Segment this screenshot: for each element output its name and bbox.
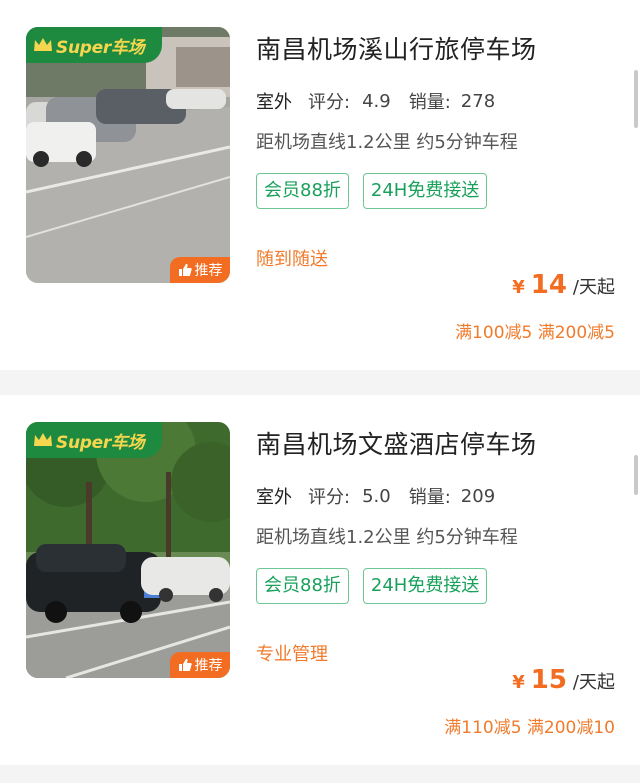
lot-meta-row: 室外 评分: 4.9 销量: 278 <box>255 88 496 117</box>
parking-lot-photo[interactable]: Super车场 推荐 <box>26 27 230 283</box>
thumb-up-icon <box>178 263 192 276</box>
super-parking-badge: Super车场 <box>26 27 162 63</box>
thumb-up-icon <box>178 658 192 671</box>
feature-tags: 会员88折 24H免费接送 <box>256 568 501 604</box>
rating-value: 5.0 <box>362 485 391 507</box>
recommend-badge: 推荐 <box>170 652 230 678</box>
sales-label: 销量: <box>408 92 451 113</box>
location-type-label: 室外 <box>255 88 293 117</box>
distance-info: 距机场直线1.2公里 约5分钟车程 <box>256 132 518 153</box>
parking-lot-title[interactable]: 南昌机场文盛酒店停车场 <box>256 425 537 461</box>
recommend-label: 推荐 <box>194 658 223 674</box>
parking-lot-photo[interactable]: Super车场 推荐 <box>26 422 230 678</box>
price-value: 15 <box>530 665 567 695</box>
service-feature: 专业管理 <box>256 644 328 665</box>
currency-symbol: ¥ <box>512 277 525 298</box>
super-badge-label: Super车场 <box>56 432 145 453</box>
card-divider <box>0 370 640 395</box>
rating-label: 评分: <box>308 92 351 113</box>
price-unit: /天起 <box>572 672 615 693</box>
parking-lot-title[interactable]: 南昌机场溪山行旅停车场 <box>256 30 537 66</box>
member-discount-tag: 会员88折 <box>256 568 349 604</box>
scrollbar[interactable] <box>634 70 638 128</box>
crown-icon <box>34 38 52 51</box>
price-unit: /天起 <box>572 277 615 298</box>
price: ¥ 14 /天起 <box>512 270 615 300</box>
currency-symbol: ¥ <box>512 672 525 693</box>
recommend-label: 推荐 <box>194 263 223 279</box>
crown-icon <box>34 433 52 446</box>
lot-meta-row: 室外 评分: 5.0 销量: 209 <box>255 483 496 512</box>
member-discount-tag: 会员88折 <box>256 173 349 209</box>
free-shuttle-tag: 24H免费接送 <box>362 568 488 604</box>
location-type-label: 室外 <box>255 483 293 512</box>
super-parking-badge: Super车场 <box>26 422 162 458</box>
super-badge-label: Super车场 <box>56 37 145 58</box>
price: ¥ 15 /天起 <box>512 665 615 695</box>
sales-label: 销量: <box>408 487 451 508</box>
parking-listing-card[interactable]: Super车场 推荐 南昌机场文盛酒店停车场 室外 评分: 5.0 销量: 20… <box>0 395 640 765</box>
parking-lot-image <box>26 27 230 283</box>
recommend-badge: 推荐 <box>170 257 230 283</box>
scrollbar[interactable] <box>634 455 638 495</box>
rating-label: 评分: <box>308 487 351 508</box>
sales-value: 209 <box>460 485 496 507</box>
rating-value: 4.9 <box>362 90 391 112</box>
card-divider <box>0 765 640 783</box>
feature-tags: 会员88折 24H免费接送 <box>256 173 501 209</box>
discount-info: 满100减5 满200减5 <box>455 323 615 343</box>
service-feature: 随到随送 <box>256 249 328 270</box>
price-value: 14 <box>530 270 567 300</box>
free-shuttle-tag: 24H免费接送 <box>362 173 488 209</box>
sales-value: 278 <box>460 90 496 112</box>
distance-info: 距机场直线1.2公里 约5分钟车程 <box>256 527 518 548</box>
discount-info: 满110减5 满200减10 <box>444 718 615 738</box>
parking-lot-image <box>26 422 230 678</box>
parking-listing-card[interactable]: Super车场 推荐 南昌机场溪山行旅停车场 室外 评分: 4.9 销量: 27… <box>0 0 640 370</box>
